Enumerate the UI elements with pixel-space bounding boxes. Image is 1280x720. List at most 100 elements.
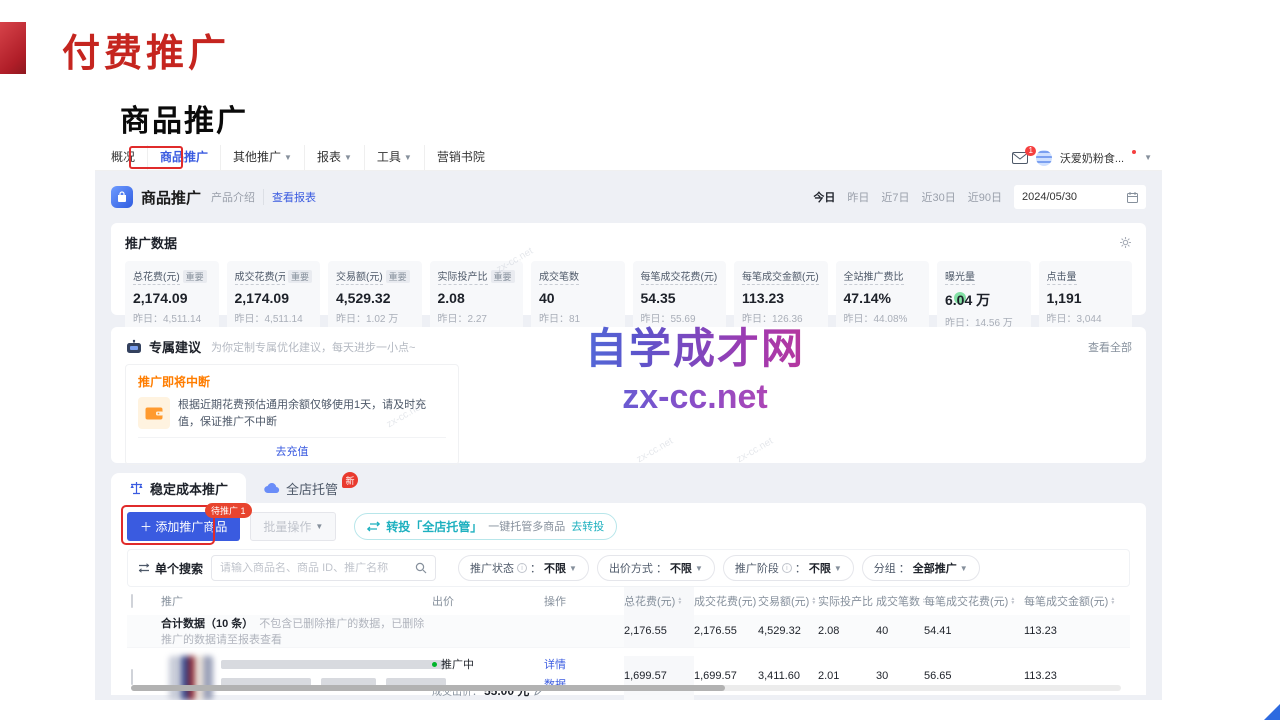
col-roi[interactable]: 实际投产比▲▼ — [818, 593, 876, 609]
suggestion-title: 专属建议 — [149, 337, 201, 356]
date-value: 2024/05/30 — [1022, 191, 1077, 203]
important-badge: 重要 — [183, 270, 207, 283]
chevron-down-icon: ▼ — [695, 564, 703, 573]
chevron-down-icon: ▼ — [960, 564, 968, 573]
row-cost-per-order: 56.65 — [924, 656, 1024, 682]
col-deal-spend[interactable]: 成交花费(元)▲▼ — [694, 593, 758, 609]
product-title-blurred — [221, 656, 446, 700]
sort-icon: ▲▼ — [1110, 597, 1115, 605]
mail-icon[interactable]: 1 — [1012, 152, 1028, 164]
filter-lines-icon — [138, 563, 150, 573]
sort-icon: ▲▼ — [1010, 597, 1015, 605]
important-badge: 重要 — [491, 270, 515, 283]
filter-group[interactable]: 分组 ： 全部推广 ▼ — [862, 555, 980, 581]
chevron-down-icon: ▼ — [315, 522, 323, 531]
search-icon[interactable] — [415, 562, 427, 574]
nav-tab-product-promo[interactable]: 商品推广 — [148, 145, 221, 170]
promo-panel: ＋ 添加推广商品 待推广 1 批量操作 ▼ 转投「全店托管」 一键托管多商品 去… — [111, 503, 1146, 695]
horizontal-scrollbar[interactable] — [131, 685, 1121, 691]
row-deal-spend: 1,699.57 — [694, 656, 758, 682]
col-gmv[interactable]: 交易额(元)▲▼ — [758, 593, 818, 609]
col-promo: 推广 — [161, 593, 432, 609]
summary-total-spend: 2,176.55 — [624, 625, 667, 637]
new-badge: 新 — [342, 472, 358, 488]
recharge-link[interactable]: 去充值 — [138, 437, 446, 464]
range-30d[interactable]: 近30日 — [922, 189, 956, 205]
advice-text: 根据近期花费预估通用余额仅够使用1天，请及时充值，保证推广不中断 — [178, 397, 446, 430]
important-badge: 重要 — [288, 270, 312, 283]
metric-gmv[interactable]: 交易额(元)重要 4,529.32 昨日：1.02 万 — [328, 261, 422, 336]
nav-tab-tools[interactable]: 工具▼ — [365, 145, 425, 170]
col-amount-per-order[interactable]: 每笔成交金额(元)▲▼ — [1024, 593, 1130, 609]
metric-total-spend[interactable]: 总花费(元)重要 2,174.09 昨日：4,511.14 — [125, 261, 219, 336]
col-cost-per-order[interactable]: 每笔成交花费(元)▲▼ — [924, 593, 1024, 609]
view-report-link[interactable]: 查看报表 — [272, 189, 316, 205]
metric-amount-per-order[interactable]: 每笔成交金额(元) 113.23 昨日：126.36 — [734, 261, 828, 336]
detail-link[interactable]: 详情 — [544, 656, 624, 676]
scrollbar-thumb[interactable] — [131, 685, 725, 691]
avatar[interactable] — [1036, 150, 1052, 166]
metric-deal-spend[interactable]: 成交花费(元)重要 2,174.09 昨日：4,511.14 — [227, 261, 321, 336]
metric-orders[interactable]: 成交笔数 40 昨日：81 — [531, 261, 625, 336]
range-7d[interactable]: 近7日 — [881, 189, 909, 205]
go-transfer-link[interactable]: 去转投 — [571, 518, 604, 534]
info-icon: i — [782, 563, 792, 573]
col-bid: 出价 — [432, 593, 544, 609]
important-badge: 重要 — [386, 270, 410, 283]
table-summary-row: 合计数据（10 条）不包含已删除推广的数据，已删除推广的数据请至报表查看 2,1… — [127, 615, 1130, 647]
product-intro-link[interactable]: 产品介绍 — [211, 189, 264, 205]
select-all-checkbox[interactable] — [131, 594, 133, 608]
col-orders[interactable]: 成交笔数▲▼ — [876, 593, 924, 609]
col-total-spend[interactable]: 总花费(元)▲▼ — [624, 593, 682, 609]
nav-tab-academy[interactable]: 营销书院 — [425, 145, 497, 170]
row-gmv: 3,411.60 — [758, 656, 818, 682]
date-range-controls: 今日 昨日 近7日 近30日 近90日 2024/05/30 — [813, 185, 1146, 209]
batch-actions-button[interactable]: 批量操作 ▼ — [250, 512, 336, 541]
table-row[interactable]: 推广中 成交出价： 55.00 元 详情 数据 1,699.57 1,699.5… — [127, 647, 1130, 700]
search-input[interactable] — [220, 562, 415, 574]
metric-impressions[interactable]: 曝光量 6.04 万 昨日：14.56 万 — [937, 261, 1031, 336]
range-today[interactable]: 今日 — [813, 189, 835, 205]
suggestion-subtitle: 为你定制专属优化建议，每天进步一小点~ — [211, 339, 415, 355]
filter-promo-stage[interactable]: 推广阶段 i ： 不限 ▼ — [723, 555, 854, 581]
sort-icon: ▲▼ — [811, 597, 816, 605]
metric-clicks[interactable]: 点击量 1,191 昨日：3,044 — [1039, 261, 1133, 336]
filter-bid-method[interactable]: 出价方式 ： 不限 ▼ — [597, 555, 715, 581]
date-picker[interactable]: 2024/05/30 — [1014, 185, 1146, 209]
filter-promo-status[interactable]: 推广状态 i ： 不限 ▼ — [458, 555, 589, 581]
row-checkbox[interactable] — [131, 669, 133, 685]
toolbar: ＋ 添加推广商品 待推广 1 批量操作 ▼ 转投「全店托管」 一键托管多商品 去… — [127, 509, 1130, 543]
dashboard-title: 商品推广 — [141, 187, 201, 208]
nav-tab-reports[interactable]: 报表▼ — [305, 145, 365, 170]
tab-stable-cost-promo[interactable]: 稳定成本推广 — [111, 473, 246, 503]
summary-label: 合计数据（10 条） — [161, 618, 253, 630]
tab-full-store-managed[interactable]: 全店托管 新 — [246, 473, 376, 503]
wallet-icon — [138, 397, 170, 429]
row-orders: 30 — [876, 656, 924, 682]
account-name[interactable]: 沃爱奶粉食... — [1060, 150, 1124, 166]
transfer-to-managed-pill[interactable]: 转投「全店托管」 一键托管多商品 去转投 — [354, 513, 617, 540]
col-actions: 操作 — [544, 593, 624, 609]
chevron-down-icon: ▼ — [344, 145, 352, 170]
metric-cost-per-order[interactable]: 每笔成交花费(元) 54.35 昨日：55.69 — [633, 261, 727, 336]
product-thumbnail-blurred — [169, 656, 213, 700]
shopping-bag-icon — [111, 186, 133, 208]
metric-roi[interactable]: 实际投产比重要 2.08 昨日：2.27 — [430, 261, 524, 336]
chevron-down-icon[interactable]: ▼ — [1144, 153, 1152, 162]
metric-sitewide-fee-ratio[interactable]: 全站推广费比 47.14% 昨日：44.08% — [836, 261, 930, 336]
single-search-label: 单个搜索 — [138, 560, 203, 577]
chevron-down-icon: ▼ — [404, 145, 412, 170]
nav-account-area: 1 沃爱奶粉食... ▼ — [1012, 145, 1162, 170]
table-header-row: 推广 出价 操作 总花费(元)▲▼ 成交花费(元)▲▼ 交易额(元)▲▼ 实际投… — [127, 587, 1130, 615]
range-yesterday[interactable]: 昨日 — [847, 189, 869, 205]
summary-deal-spend: 2,176.55 — [694, 625, 758, 637]
page-title: 付费推广 — [62, 22, 230, 77]
gear-icon[interactable] — [1119, 236, 1132, 249]
view-all-link[interactable]: 查看全部 — [1088, 339, 1132, 355]
nav-tab-other-promo[interactable]: 其他推广▼ — [221, 145, 305, 170]
promo-tabs: 稳定成本推广 全店托管 新 — [111, 473, 1146, 503]
bid-cell: 推广中 成交出价： 55.00 元 — [432, 656, 544, 699]
nav-tab-overview[interactable]: 概况 — [99, 145, 148, 170]
cloud-icon — [264, 482, 280, 494]
range-90d[interactable]: 近90日 — [968, 189, 1002, 205]
